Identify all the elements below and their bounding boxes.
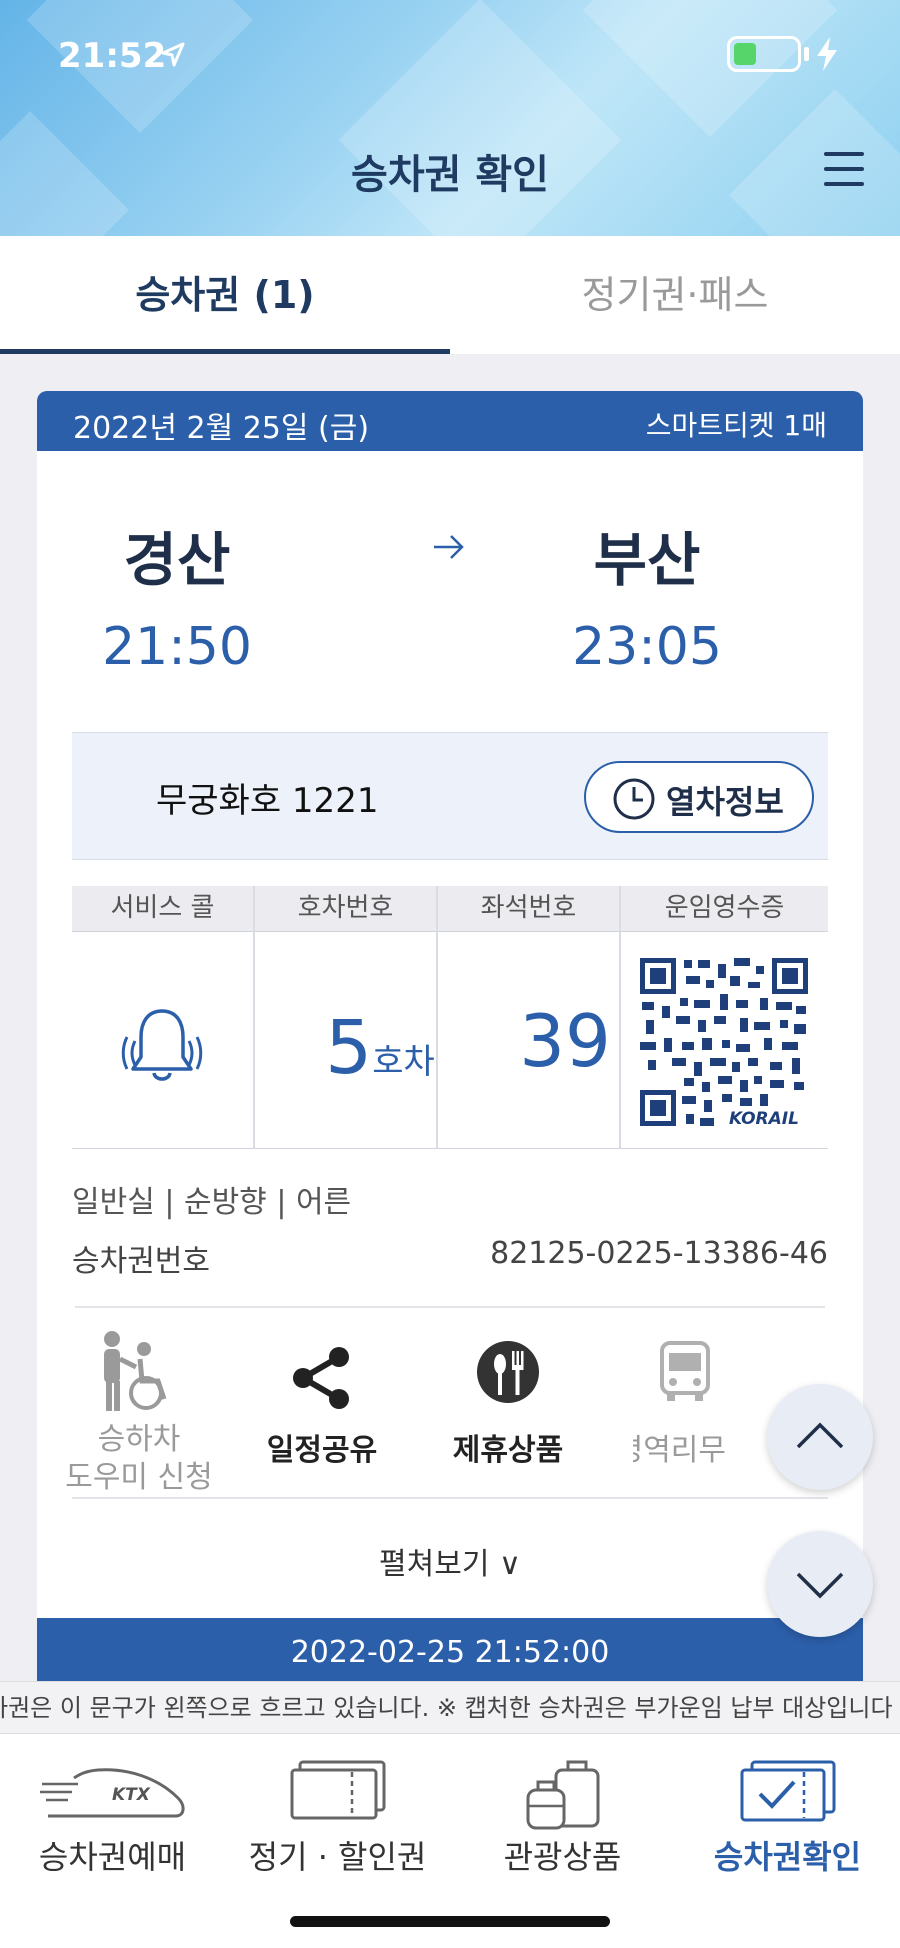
share-schedule-label: 일정공유 bbox=[266, 1433, 378, 1468]
nav-ticket-check-label: 승차권확인 bbox=[713, 1838, 862, 1876]
seat-class-info: 일반실 | 순방향 | 어른 bbox=[72, 1185, 352, 1220]
train-info-box: 무궁화호 1221 열차정보 bbox=[72, 732, 828, 860]
car-number-value: 5 bbox=[325, 1005, 373, 1091]
ticket-number: 82125-0225-13386-46 bbox=[490, 1236, 828, 1271]
train-name: 무궁화호 1221 bbox=[156, 781, 379, 821]
nav-tour-products-label: 관광상품 bbox=[503, 1838, 622, 1876]
svg-text:KTX: KTX bbox=[112, 1785, 151, 1805]
nav-ticket-booking[interactable]: KTX 승차권예매 bbox=[0, 1734, 225, 1948]
grid-header-service-call: 서비스 콜 bbox=[110, 893, 215, 923]
header-decoration bbox=[338, 0, 622, 236]
active-tab-indicator bbox=[0, 349, 450, 354]
ticket-tabs: 승차권 (1) 정기권·패스 bbox=[0, 236, 900, 354]
seat-number: 39 bbox=[519, 999, 611, 1083]
departure-time: 21:50 bbox=[102, 617, 252, 677]
departure-station: 경산 bbox=[123, 526, 231, 594]
grid-divider bbox=[253, 886, 255, 1149]
nav-season-discount-label: 정기 · 할인권 bbox=[248, 1838, 427, 1876]
home-indicator bbox=[290, 1916, 610, 1927]
car-number-suffix: 호차 bbox=[372, 1042, 435, 1082]
ticket-grid-header: 서비스 콜 호차번호 좌석번호 운임영수증 bbox=[72, 886, 828, 931]
menu-icon[interactable] bbox=[824, 150, 864, 188]
arrival-station: 부산 bbox=[593, 526, 701, 594]
scroll-down-button[interactable] bbox=[767, 1531, 873, 1637]
header-decoration bbox=[582, 0, 838, 138]
scroll-up-button[interactable] bbox=[767, 1384, 873, 1490]
route-arrow-icon bbox=[434, 535, 464, 559]
divider bbox=[75, 1306, 825, 1308]
grid-header-seat-number: 좌석번호 bbox=[480, 893, 577, 923]
ticket-type: 스마트티켓 1매 bbox=[645, 409, 827, 442]
status-time: 21:52 bbox=[58, 36, 167, 76]
page-title: 승차권 확인 bbox=[351, 152, 549, 198]
service-call-bell-icon[interactable] bbox=[117, 1001, 207, 1091]
share-schedule-button[interactable]: 일정공유 bbox=[227, 1329, 417, 1469]
train-info-button[interactable]: 열차정보 bbox=[584, 761, 814, 833]
car-number: 5호차 bbox=[289, 1005, 471, 1091]
location-arrow-icon bbox=[161, 42, 185, 67]
ticket-number-label: 승차권번호 bbox=[72, 1244, 210, 1279]
arrival-time: 23:05 bbox=[572, 617, 722, 677]
marquee-text: 차권은 이 문구가 왼쪽으로 흐르고 있습니다. ※ 캡처한 승차권은 부가운임… bbox=[0, 1694, 893, 1722]
bus-icon bbox=[660, 1341, 710, 1401]
chevron-up-icon bbox=[796, 1422, 844, 1449]
restaurant-icon bbox=[477, 1341, 539, 1403]
battery-tip bbox=[804, 47, 809, 61]
receipt-qr-code[interactable]: KORAIL bbox=[636, 954, 812, 1130]
capture-warning-marquee: 차권은 이 문구가 왼쪽으로 흐르고 있습니다. ※ 캡처한 승차권은 부가운임… bbox=[0, 1681, 900, 1734]
ticket-card-header: 2022년 2월 25일 (금) 스마트티켓 1매 bbox=[37, 391, 863, 451]
divider bbox=[72, 1497, 828, 1499]
ticket-check-icon bbox=[740, 1760, 835, 1822]
clock-icon bbox=[613, 778, 655, 820]
nav-ticket-booking-label: 승차권예매 bbox=[38, 1838, 187, 1876]
ticket-date: 2022년 2월 25일 (금) bbox=[73, 411, 370, 446]
qr-brand-text: KORAIL bbox=[729, 1109, 799, 1129]
nav-ticket-check[interactable]: 승차권확인 bbox=[675, 1734, 900, 1948]
charging-bolt-icon bbox=[817, 37, 837, 71]
expand-toggle[interactable]: 펼쳐보기 ∨ bbox=[37, 1539, 863, 1583]
battery-icon bbox=[727, 36, 801, 72]
partner-products-label: 제휴상품 bbox=[452, 1433, 564, 1468]
train-info-label: 열차정보 bbox=[666, 783, 784, 821]
luggage-icon bbox=[526, 1760, 599, 1830]
tab-tickets[interactable]: 승차권 (1) bbox=[0, 236, 450, 354]
grid-header-receipt: 운임영수증 bbox=[664, 893, 785, 923]
ticket-card: 2022년 2월 25일 (금) 스마트티켓 1매 경산 21:50 부산 23… bbox=[37, 391, 863, 1681]
assistance-request-button[interactable]: 승하차 도우미 신청 bbox=[44, 1329, 234, 1495]
wheelchair-assist-icon bbox=[104, 1331, 167, 1411]
ticket-issued-timestamp: 2022-02-25 21:52:00 bbox=[37, 1618, 863, 1681]
chevron-down-icon bbox=[796, 1572, 844, 1599]
tab-passes[interactable]: 정기권·패스 bbox=[450, 236, 900, 354]
share-icon bbox=[293, 1347, 349, 1409]
assistance-request-label: 승하차 도우미 신청 bbox=[65, 1422, 213, 1495]
ktx-train-icon: KTX bbox=[39, 1768, 184, 1818]
grid-header-car-number: 호차번호 bbox=[297, 893, 394, 923]
ticket-icon bbox=[290, 1760, 385, 1820]
partner-products-button[interactable]: 제휴상품 bbox=[413, 1329, 603, 1469]
